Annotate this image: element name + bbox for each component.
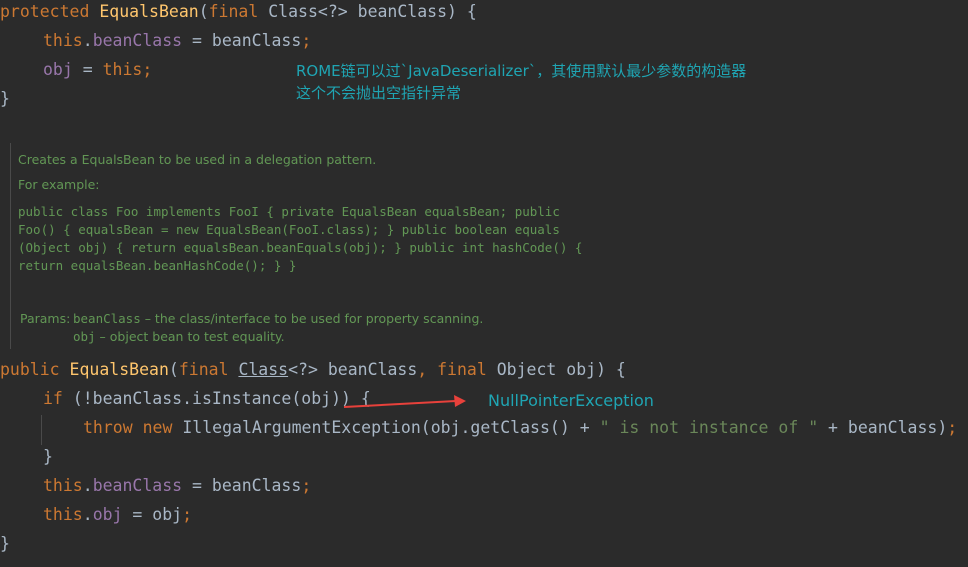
npe-annotation: NullPointerException xyxy=(488,391,654,410)
field-name: obj xyxy=(92,505,123,524)
arrow-icon xyxy=(343,395,466,408)
indent-guide xyxy=(41,415,42,445)
code-line-1: protected EqualsBean(final Class<?> bean… xyxy=(0,2,477,22)
doc-params-label: Params: xyxy=(20,311,71,326)
semicolon: ; xyxy=(182,505,193,524)
code-line-7: throw new IllegalArgumentException(obj.g… xyxy=(83,418,957,438)
class-link[interactable]: Class xyxy=(238,360,288,379)
code-text: . xyxy=(82,505,93,524)
param-desc: – the class/interface to be used for pro… xyxy=(140,311,484,326)
javadoc-block: Creates a EqualsBean to be used in a del… xyxy=(10,143,968,349)
doc-for-example: For example: xyxy=(18,177,100,192)
keyword: final xyxy=(208,2,259,21)
field-name: obj xyxy=(43,60,73,79)
code-line-2: this.beanClass = beanClass; xyxy=(43,31,311,51)
comma: , xyxy=(417,360,428,379)
code-line-5: public EqualsBean(final Class<?> beanCla… xyxy=(0,360,626,380)
code-text: = beanClass xyxy=(182,31,302,50)
code-text: Object obj) { xyxy=(486,360,626,379)
code-line-6: if (!beanClass.isInstance(obj)) { xyxy=(43,389,371,409)
doc-code-line: public class Foo implements FooI { priva… xyxy=(18,204,560,219)
code-line-11: } xyxy=(0,534,10,553)
param-desc: – object bean to test equality. xyxy=(95,329,285,344)
doc-param-beanclass: beanClass – the class/interface to be us… xyxy=(73,311,483,326)
code-text: ( xyxy=(168,360,179,379)
code-text: ( xyxy=(198,2,209,21)
doc-code-line: Foo() { equalsBean = new EqualsBean(FooI… xyxy=(18,222,560,237)
code-line-8: } xyxy=(43,447,53,466)
string-literal: " is not instance of " xyxy=(599,418,819,437)
method-name: EqualsBean xyxy=(99,2,199,21)
field-name: beanClass xyxy=(92,476,183,495)
doc-code-line: (Object obj) { return equalsBean.beanEqu… xyxy=(18,240,583,255)
keyword: this xyxy=(102,60,143,79)
code-text: = beanClass xyxy=(182,476,302,495)
doc-summary: Creates a EqualsBean to be used in a del… xyxy=(18,152,377,167)
code-text: IllegalArgumentException(obj.getClass() … xyxy=(172,418,600,437)
method-name: EqualsBean xyxy=(69,360,169,379)
code-text: = obj xyxy=(122,505,183,524)
keyword: public xyxy=(0,360,60,379)
param-name: obj xyxy=(73,329,96,344)
field-name: beanClass xyxy=(92,31,183,50)
keyword: throw xyxy=(83,418,133,437)
keyword: if xyxy=(43,389,63,408)
code-text: . xyxy=(82,476,93,495)
param-name: beanClass xyxy=(73,311,141,326)
annotation-note-line2: 这个不会抛出空指针异常 xyxy=(296,84,462,102)
code-text: = xyxy=(72,60,103,79)
semicolon: ; xyxy=(142,60,153,79)
keyword: this xyxy=(43,31,83,50)
code-text: + beanClass) xyxy=(818,418,948,437)
code-text: Class<?> beanClass) { xyxy=(258,2,477,21)
keyword: final xyxy=(437,360,487,379)
semicolon: ; xyxy=(301,31,312,50)
annotation-note-line1: ROME链可以过`JavaDeserializer`，其使用默认最少参数的构造器 xyxy=(296,62,747,80)
keyword: new xyxy=(142,418,173,437)
code-line-4: } xyxy=(0,89,10,108)
semicolon: ; xyxy=(301,476,312,495)
code-text: (!beanClass.isInstance(obj)) { xyxy=(62,389,371,408)
keyword: this xyxy=(43,476,83,495)
code-line-10: this.obj = obj; xyxy=(43,505,192,525)
code-text: <?> beanClass xyxy=(288,360,418,379)
doc-param-obj: obj – object bean to test equality. xyxy=(73,329,285,344)
keyword: protected xyxy=(0,2,90,21)
semicolon: ; xyxy=(947,418,958,437)
doc-code-line: return equalsBean.beanHashCode(); } } xyxy=(18,258,297,273)
code-line-9: this.beanClass = beanClass; xyxy=(43,476,311,496)
keyword: final xyxy=(178,360,229,379)
code-text: . xyxy=(82,31,93,50)
keyword: this xyxy=(43,505,83,524)
code-line-3: obj = this; xyxy=(43,60,152,80)
